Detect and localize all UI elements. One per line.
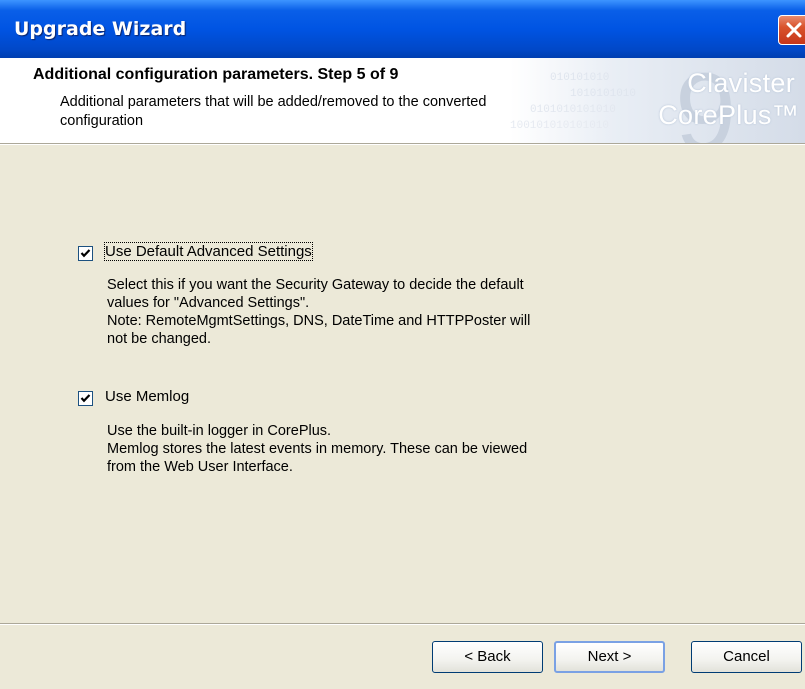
step-title: Additional configuration parameters. Ste… (33, 66, 399, 83)
brand-clavister: Clavister (687, 68, 795, 98)
description-line: Use the built-in logger in CorePlus. (107, 423, 332, 439)
svg-text:0101010101010: 0101010101010 (530, 104, 616, 116)
step-description: Additional parameters that will be added… (60, 94, 487, 129)
wizard-header: Additional configuration parameters. Ste… (0, 58, 805, 143)
checkmark-icon (80, 249, 91, 258)
default-advanced-settings-label[interactable]: Use Default Advanced Settings (104, 242, 313, 261)
description-line: from the Web User Interface. (107, 459, 293, 475)
back-button[interactable]: < Back (432, 641, 543, 673)
description-line: values for "Advanced Settings". (107, 295, 310, 311)
description-line: Note: RemoteMgmtSettings, DNS, DateTime … (107, 313, 531, 329)
window-title: Upgrade Wizard (14, 18, 187, 40)
description-line: not be changed. (107, 331, 212, 347)
description-line: Memlog stores the latest events in memor… (107, 441, 528, 457)
next-button[interactable]: Next > (554, 641, 665, 673)
cancel-button[interactable]: Cancel (691, 641, 802, 673)
default-advanced-settings-description: Select this if you want the Security Gat… (107, 276, 667, 348)
title-bar[interactable]: Upgrade Wizard (0, 0, 805, 58)
default-advanced-settings-checkbox[interactable] (78, 246, 93, 261)
description-line: Select this if you want the Security Gat… (107, 277, 524, 293)
use-memlog-checkbox[interactable] (78, 391, 93, 406)
svg-text:010101010: 010101010 (550, 72, 609, 84)
header-separator-highlight (0, 144, 805, 145)
checkmark-icon (80, 394, 91, 403)
footer-separator-highlight (0, 624, 805, 625)
svg-text:1010101010: 1010101010 (570, 88, 636, 100)
svg-text:100101010101010: 100101010101010 (510, 120, 609, 132)
brand-logo: 010101010 1010101010 0101010101010 10010… (510, 58, 805, 143)
use-memlog-description: Use the built-in logger in CorePlus. Mem… (107, 422, 667, 476)
close-button[interactable] (778, 15, 805, 45)
use-memlog-label[interactable]: Use Memlog (105, 388, 189, 405)
brand-coreplus: CorePlus™ (658, 100, 799, 130)
